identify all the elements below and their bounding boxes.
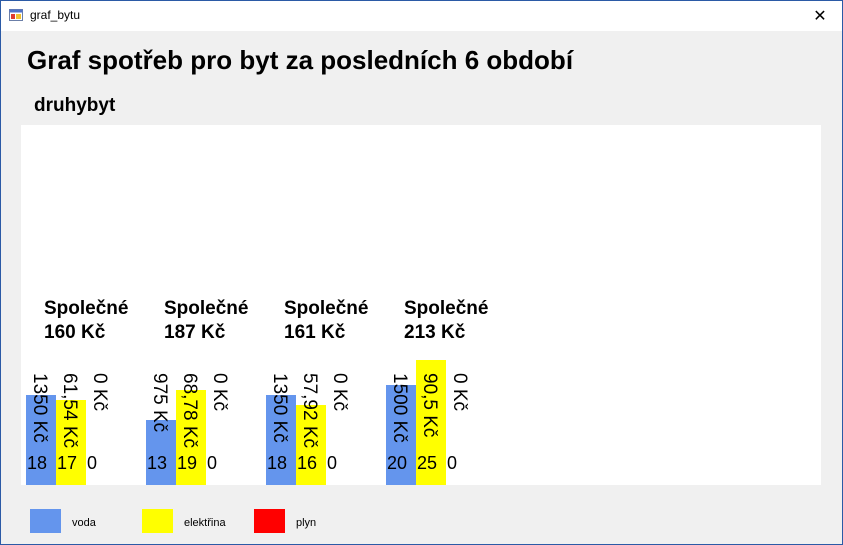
bar-value-label: 17 [57, 453, 77, 473]
bar-cost-label: 1350 Kč [29, 373, 50, 443]
common-cost: 160 Kč [44, 322, 106, 343]
bar-cost-label: 1350 Kč [269, 373, 290, 443]
common-label: Společné [404, 298, 488, 319]
bar-value-label: 19 [177, 453, 197, 473]
title-bar[interactable]: graf_bytu ✕ [1, 1, 842, 31]
app-window: graf_bytu ✕ Graf spotřeb pro byt za posl… [0, 0, 843, 545]
bar-cost-label: 0 Kč [89, 373, 110, 411]
window-title: graf_bytu [30, 8, 81, 22]
bar-cost-label: 90,5 Kč [419, 373, 440, 437]
bar-value-label: 13 [147, 453, 167, 473]
common-label: Společné [284, 298, 368, 319]
bar-value-label: 20 [387, 453, 407, 473]
bar-value-label: 0 [207, 453, 217, 473]
common-label: Společné [44, 298, 128, 319]
common-label: Společné [164, 298, 248, 319]
bar-cost-label: 61,54 Kč [59, 373, 80, 448]
bar-cost-label: 0 Kč [449, 373, 470, 411]
legend-swatch-voda [30, 509, 61, 533]
common-cost: 187 Kč [164, 322, 226, 343]
bar-value-label: 16 [297, 453, 317, 473]
app-icon [9, 9, 23, 21]
bar-cost-label: 0 Kč [209, 373, 230, 411]
chart-panel: Společné 160 Kč 18 1350 Kč 17 61,54 Kč 0 0 Kč Sp… [21, 125, 821, 485]
page-title: Graf spotřeb pro byt za posledních 6 obd… [27, 45, 574, 75]
close-button[interactable]: ✕ [798, 1, 842, 31]
bar-cost-label: 0 Kč [329, 373, 350, 411]
bar-cost-label: 1500 Kč [389, 373, 410, 443]
legend: voda elektřina plyn [30, 509, 430, 535]
common-cost: 161 Kč [284, 322, 346, 343]
bar-value-label: 18 [27, 453, 47, 473]
apartment-name: druhybyt [34, 95, 116, 116]
common-cost: 213 Kč [404, 322, 466, 343]
legend-label-elektrina: elektřina [184, 517, 226, 529]
bar-value-label: 0 [87, 453, 97, 473]
bar-cost-label: 975 Kč [149, 373, 170, 432]
consumption-chart: Společné160 Kč181350 Kč1761,54 Kč00 KčSp… [26, 298, 488, 485]
bar-value-label: 18 [267, 453, 287, 473]
bar-value-label: 25 [417, 453, 437, 473]
legend-label-plyn: plyn [296, 517, 317, 529]
bar-cost-label: 57,92 Kč [299, 373, 320, 448]
bar-value-label: 0 [447, 453, 457, 473]
bar-cost-label: 68,78 Kč [179, 373, 200, 448]
legend-label-voda: voda [72, 517, 96, 529]
legend-swatch-elektrina [142, 509, 173, 533]
legend-swatch-plyn [254, 509, 285, 533]
close-icon: ✕ [813, 8, 827, 25]
bar-value-label: 0 [327, 453, 337, 473]
